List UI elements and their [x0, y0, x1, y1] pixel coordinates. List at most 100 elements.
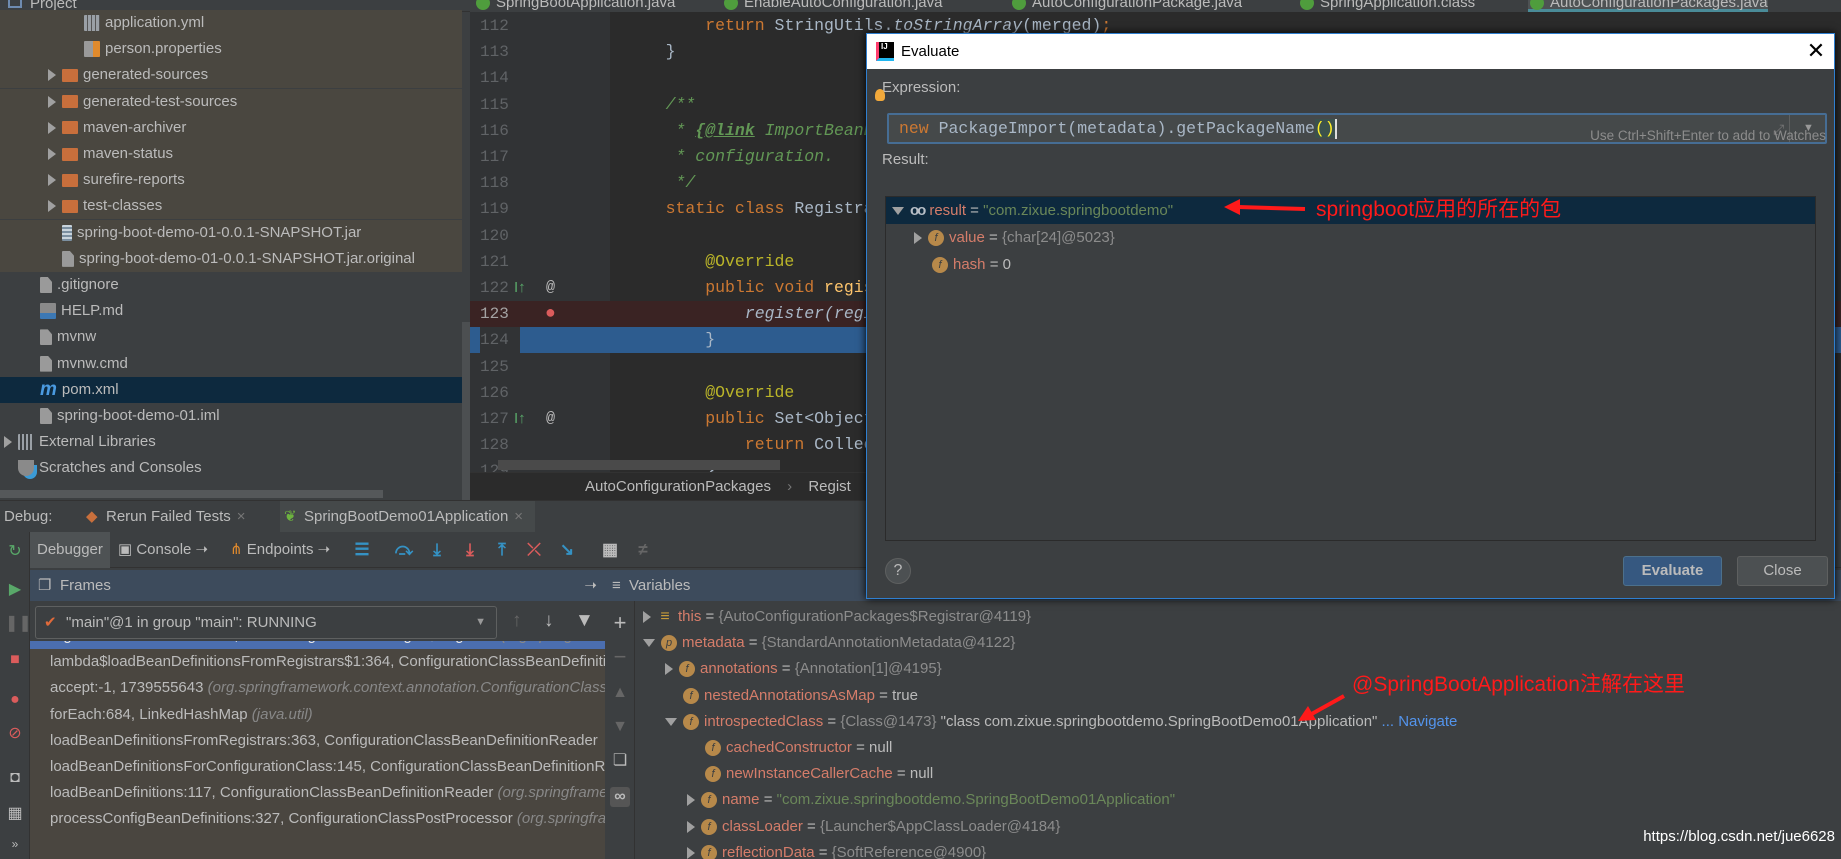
frame-item[interactable]: lambda$loadBeanDefinitionsFromRegistrars… [30, 649, 605, 675]
next-frame-icon[interactable]: ↓ [544, 610, 554, 632]
tree-item[interactable]: mvnw [0, 324, 462, 350]
evaluate-button[interactable]: Evaluate [1623, 556, 1722, 586]
move-up-icon[interactable]: ▲ [610, 683, 630, 703]
step-out-icon[interactable]: ⤒ [492, 540, 512, 560]
tree-item[interactable]: person.properties [0, 36, 462, 63]
tree-item[interactable]: generated-test-sources [0, 88, 462, 115]
variable-row[interactable]: f cachedConstructor = null [635, 735, 1841, 761]
variable-row[interactable]: f name = "com.zixue.springbootdemo.Spring… [635, 787, 1841, 813]
editor-tab[interactable]: SpringBootApplication.java [474, 0, 675, 12]
show-watches-icon[interactable]: ∞ [610, 787, 630, 807]
stop-icon[interactable]: ■ [5, 650, 25, 670]
frame-item[interactable]: loadBeanDefinitions:117, ConfigurationCl… [30, 780, 605, 806]
variable-row[interactable]: f introspectedClass = {Class@1473} "class… [635, 709, 1841, 735]
help-button[interactable]: ? [885, 558, 911, 584]
evaluate-expression-icon[interactable]: ▦ [600, 540, 620, 560]
expand-arrow-icon[interactable] [48, 200, 56, 213]
remove-watch-icon[interactable]: − [610, 646, 630, 668]
variable-row[interactable]: f newInstanceCallerCache = null [635, 761, 1841, 787]
expand-arrow-icon[interactable] [48, 174, 56, 187]
pin-icon[interactable]: ➝ [584, 570, 597, 601]
step-over-icon[interactable]: ⤼ [394, 540, 414, 560]
close-tab-icon[interactable]: × [237, 508, 246, 525]
pin-icon[interactable]: ➝ [313, 541, 331, 558]
tree-item[interactable]: m pom.xml [0, 376, 462, 403]
editor-tab[interactable]: AutoConfigurationPackage.java [1010, 0, 1242, 12]
tab-rerun-failed-tests[interactable]: ◆ Rerun Failed Tests × [82, 501, 246, 533]
expand-arrow-icon[interactable] [914, 232, 922, 245]
expand-arrow-icon[interactable] [48, 148, 56, 161]
editor-tab[interactable]: SpringApplication.class [1298, 0, 1475, 12]
tree-item[interactable]: generated-sources [0, 62, 462, 89]
expand-arrow-icon[interactable] [48, 121, 56, 134]
view-breakpoints-icon[interactable]: ● [5, 690, 25, 710]
expand-arrow-icon[interactable] [4, 436, 12, 449]
expand-arrow-icon[interactable] [643, 611, 651, 624]
frame-item[interactable]: loadBeanDefinitionsForConfigurationClass… [30, 754, 605, 780]
step-into-icon[interactable]: ⤓ [427, 540, 447, 560]
run-to-cursor-icon[interactable]: ↘ [557, 540, 577, 560]
copy-icon[interactable]: ❏ [610, 751, 630, 771]
tree-item[interactable]: .gitignore [0, 272, 462, 298]
frame-item[interactable]: processConfigBeanDefinitions:327, Config… [30, 806, 605, 832]
more-icon[interactable]: » [5, 834, 25, 854]
frame-item[interactable]: accept:-1, 1739555643 (org.springframewo… [30, 675, 605, 701]
variable-row[interactable]: ≡ this = {AutoConfigurationPackages$Regis… [635, 604, 1841, 630]
project-horizontal-scrollbar[interactable] [0, 490, 383, 498]
tree-item[interactable]: Scratches and Consoles [0, 455, 462, 481]
close-icon[interactable]: ✕ [1802, 37, 1830, 65]
tree-item[interactable]: spring-boot-demo-01.iml [0, 403, 462, 429]
project-vertical-scrollbar[interactable] [462, 322, 470, 500]
trace-current-stream-icon[interactable]: ≠ [633, 540, 653, 560]
expand-arrow-icon[interactable] [687, 820, 695, 833]
tree-item[interactable]: HELP.md [0, 298, 462, 324]
tab-debugger[interactable]: Debugger [30, 532, 110, 568]
editor-tab[interactable]: EnableAutoConfiguration.java [722, 0, 942, 12]
layout-icon[interactable]: ▦ [5, 804, 25, 824]
expand-arrow-icon[interactable] [687, 794, 695, 807]
tree-item[interactable]: application.yml [0, 10, 462, 36]
resume-icon[interactable]: ▶ [5, 580, 25, 600]
tree-item[interactable]: External Libraries [0, 429, 462, 455]
tree-item[interactable]: maven-status [0, 141, 462, 167]
expand-arrow-icon[interactable] [665, 663, 673, 676]
force-step-into-icon[interactable]: ⤓ [460, 540, 480, 560]
close-tab-icon[interactable]: × [514, 508, 523, 525]
implements-method-icon[interactable]: I↑ [514, 275, 526, 301]
result-row[interactable]: f value = {char[24]@5023} [886, 224, 1815, 251]
tree-item[interactable]: spring-boot-demo-01-0.0.1-SNAPSHOT.jar.o… [0, 245, 462, 272]
breakpoint-icon[interactable]: ● [545, 301, 556, 327]
expand-arrow-icon[interactable] [48, 69, 56, 82]
tree-item[interactable]: surefire-reports [0, 167, 462, 194]
implements-method-icon[interactable]: I↑ [514, 406, 526, 432]
breadcrumb-item[interactable]: AutoConfigurationPackages [585, 478, 771, 495]
expand-arrow-icon[interactable] [665, 717, 677, 726]
add-watch-icon[interactable]: + [610, 612, 630, 634]
frame-item[interactable]: forEach:684, LinkedHashMap (java.util) [30, 702, 605, 728]
tab-springbootdemo01application[interactable]: ❦ SpringBootDemo01Application × [280, 501, 536, 533]
show-execution-point-icon[interactable]: ☰ [352, 540, 372, 560]
lightbulb-icon[interactable] [875, 89, 885, 101]
expand-arrow-icon[interactable] [643, 639, 655, 648]
tab-endpoints[interactable]: ⋔ Endpoints ➝ [230, 538, 330, 562]
mute-breakpoints-icon[interactable]: ⊘ [5, 724, 25, 744]
tab-console[interactable]: ▣ Console ➝ [118, 538, 208, 562]
thread-selector[interactable]: ✔ "main"@1 in group "main": RUNNING ▼ [35, 606, 497, 639]
editor-tab[interactable]: AutoConfigurationPackages.java [1528, 0, 1768, 12]
frame-item[interactable]: registerBeanDefinitions:124, AutoConfigu… [30, 641, 605, 649]
expand-arrow-icon[interactable] [892, 207, 904, 216]
previous-frame-icon[interactable]: ↑ [512, 610, 522, 632]
tree-item[interactable]: mvnw.cmd [0, 351, 462, 377]
variable-row[interactable]: p metadata = {StandardAnnotationMetadata@… [635, 630, 1841, 656]
tree-item[interactable]: test-classes [0, 193, 462, 220]
pin-icon[interactable]: ➝ [191, 541, 209, 558]
breadcrumb-item[interactable]: Regist [808, 478, 851, 495]
frame-item[interactable]: loadBeanDefinitionsFromRegistrars:363, C… [30, 728, 605, 754]
tree-item[interactable]: spring-boot-demo-01-0.0.1-SNAPSHOT.jar [0, 219, 462, 246]
pause-icon[interactable]: ❚❚ [5, 614, 32, 634]
tree-item[interactable]: maven-archiver [0, 114, 462, 141]
expand-arrow-icon[interactable] [48, 95, 56, 108]
rerun-icon[interactable]: ↻ [5, 542, 25, 562]
camera-icon[interactable]: ◘ [5, 768, 25, 788]
result-row[interactable]: f hash = 0 [886, 251, 1815, 278]
